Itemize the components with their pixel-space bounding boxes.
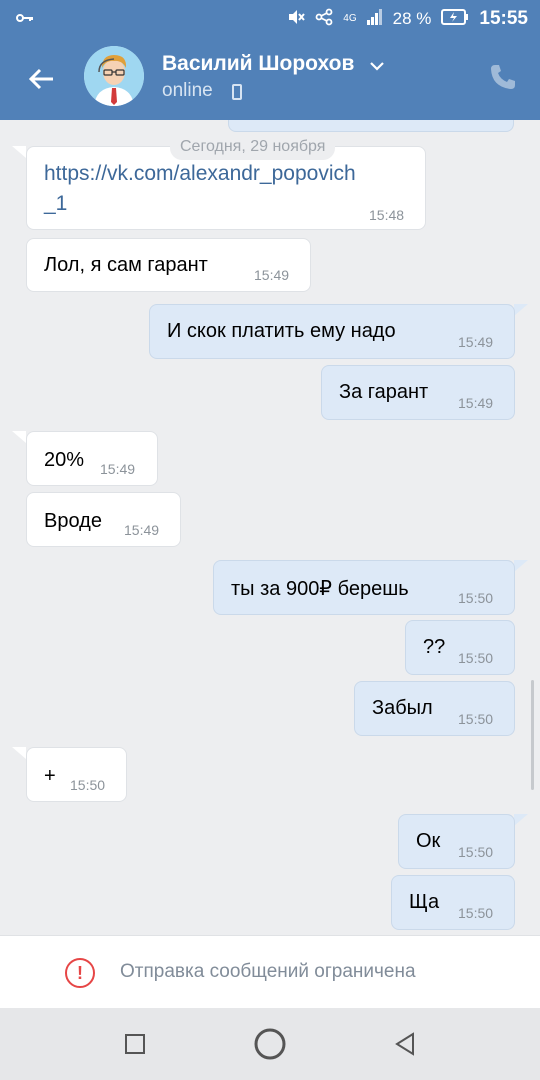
status-bar: 4G 28 % 15:55 [0, 0, 540, 38]
recent-apps-button[interactable] [117, 1026, 153, 1062]
message-text: Лол, я сам гарант [44, 254, 208, 276]
message-outgoing[interactable]: ты за 900₽ берешь 15:50 [213, 560, 515, 615]
call-button[interactable] [488, 62, 518, 92]
message-outgoing[interactable]: Ща 15:50 [391, 875, 515, 930]
message-outgoing[interactable]: Ок 15:50 [398, 814, 515, 869]
signal-icon [366, 9, 383, 29]
bubble-tail [12, 431, 26, 443]
chat-header: Василий Шорохов online [0, 38, 540, 120]
back-button[interactable] [18, 56, 64, 102]
message-text: ты за 900₽ берешь [231, 578, 409, 600]
message-incoming[interactable]: Лол, я сам гарант 15:49 [26, 238, 311, 292]
message-text: И скок платить ему надо [167, 320, 396, 342]
battery-icon [441, 9, 469, 29]
message-text: 20% [44, 449, 85, 471]
home-button[interactable] [252, 1026, 288, 1062]
mute-icon [287, 9, 306, 29]
message-link-cont[interactable]: _1 [44, 188, 67, 220]
bubble-tail [12, 146, 26, 158]
chevron-down-icon[interactable] [370, 58, 384, 76]
arrow-left-icon [28, 68, 53, 90]
message-outgoing[interactable]: За гарант 15:49 [321, 365, 515, 420]
messaging-restricted-bar: ! Отправка сообщений ограничена [0, 935, 540, 1008]
message-outgoing[interactable]: Забыл 15:50 [354, 681, 515, 736]
message-outgoing[interactable]: ?? 15:50 [405, 620, 515, 675]
message-time: 15:49 [100, 461, 136, 477]
message-time: 15:50 [458, 590, 494, 606]
message-time: 15:48 [369, 207, 405, 223]
message-time: 15:50 [458, 905, 494, 921]
home-icon [254, 1028, 286, 1060]
scrollbar[interactable] [531, 680, 534, 790]
message-time: 15:49 [458, 334, 494, 350]
message-time: 15:50 [458, 711, 494, 727]
phone-call-icon [491, 65, 515, 89]
message-text: Ок [416, 830, 441, 852]
message-bubble-partial [228, 120, 514, 132]
warning-circle-icon: ! [65, 958, 95, 988]
message-text: За гарант [339, 381, 429, 403]
message-text: ?? [423, 636, 446, 658]
message-list[interactable]: Сегодня, 29 ноября https://vk.com/alexan… [0, 120, 540, 935]
message-time: 15:49 [124, 522, 160, 538]
message-outgoing[interactable]: И скок платить ему надо 15:49 [149, 304, 515, 359]
message-time: 15:49 [254, 267, 290, 283]
message-text: Вроде [44, 510, 102, 532]
message-text: + [44, 765, 56, 787]
system-nav-bar [0, 1008, 540, 1080]
message-time: 15:49 [458, 395, 494, 411]
avatar[interactable] [84, 46, 144, 106]
back-nav-button[interactable] [387, 1026, 423, 1062]
key-icon [16, 10, 34, 27]
clock: 15:55 [479, 8, 528, 29]
message-link[interactable]: https://vk.com/alexandr_popovich [44, 158, 356, 190]
date-separator: Сегодня, 29 ноября [170, 134, 336, 160]
message-incoming[interactable]: 20% 15:49 [26, 431, 158, 486]
restriction-message: Отправка сообщений ограничена [120, 961, 416, 982]
bubble-tail [12, 747, 26, 759]
bubble-tail [514, 814, 528, 826]
bluetooth-icon [315, 8, 333, 30]
recent-apps-icon [125, 1034, 145, 1054]
message-incoming[interactable]: Вроде 15:49 [26, 492, 181, 547]
bubble-tail [514, 304, 528, 316]
message-text: Ща [409, 891, 440, 913]
message-time: 15:50 [70, 777, 106, 793]
message-time: 15:50 [458, 844, 494, 860]
message-incoming[interactable]: + 15:50 [26, 747, 127, 802]
contact-name[interactable]: Василий Шорохов [162, 52, 354, 76]
network-4g-icon: 4G [343, 13, 357, 24]
message-time: 15:50 [458, 650, 494, 666]
contact-status: online [162, 80, 213, 101]
bubble-tail [514, 560, 528, 572]
phone-device-icon [232, 84, 242, 100]
message-text: Забыл [372, 697, 433, 719]
back-triangle-icon [395, 1032, 414, 1056]
battery-percent: 28 % [392, 9, 432, 28]
